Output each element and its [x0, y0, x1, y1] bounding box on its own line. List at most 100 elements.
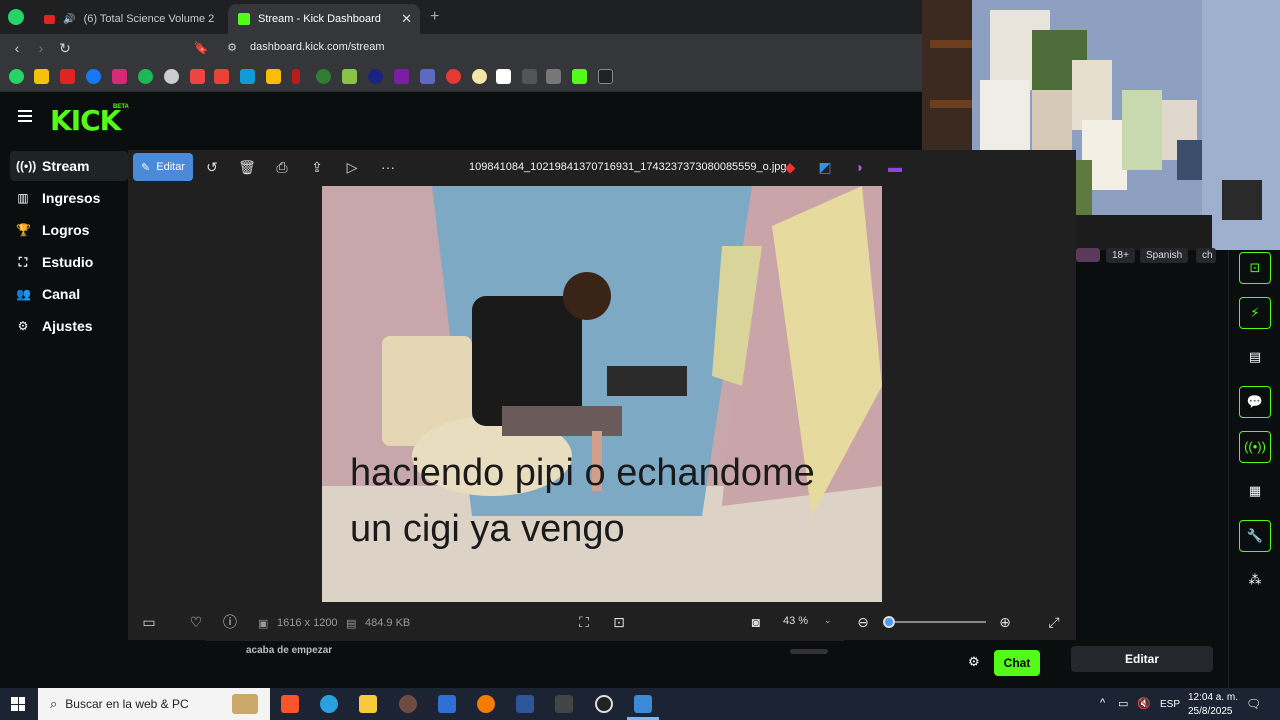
site-info-icon[interactable]: ⚙	[224, 40, 240, 56]
sidebar-item-ingresos[interactable]: ▥ Ingresos	[10, 183, 128, 213]
bookmark-yellow-icon[interactable]	[472, 69, 487, 84]
tag-more[interactable]: ch	[1196, 248, 1216, 263]
rotate-icon[interactable]: ↺	[201, 156, 223, 178]
bookmark-gray-icon[interactable]	[522, 69, 537, 84]
tab-kick-dashboard[interactable]: Stream - Kick Dashboard ✕	[228, 4, 420, 34]
designer-icon[interactable]: ◩	[814, 156, 836, 178]
lightning-icon[interactable]: ⚡	[1239, 297, 1271, 329]
back-icon[interactable]: ‹	[9, 40, 25, 56]
bookmark-google-icon[interactable]	[446, 69, 461, 84]
edit-stream-button[interactable]: Editar	[1071, 646, 1213, 672]
file-explorer-icon[interactable]	[359, 695, 377, 713]
broadcast-signal-icon[interactable]: ((•))	[1239, 431, 1271, 463]
share-icon[interactable]: ⇪	[306, 156, 328, 178]
bookmark-facebook-icon[interactable]	[86, 69, 101, 84]
wrench-icon[interactable]: 🔧	[1239, 520, 1271, 552]
clock-date[interactable]: 25/8/2025	[1188, 706, 1233, 717]
kick-logo[interactable]: KICK	[50, 104, 121, 137]
telegram-icon[interactable]	[320, 695, 338, 713]
bookmark-notes-icon[interactable]	[34, 69, 49, 84]
menu-icon[interactable]	[18, 108, 32, 122]
new-tab-icon[interactable]: +	[430, 8, 439, 26]
print-icon[interactable]: ⎙	[271, 156, 293, 178]
info-icon[interactable]: ⓘ	[219, 611, 241, 633]
tab-music[interactable]: 🔊 (6) Total Science Volume 2 (1996)	[34, 4, 224, 34]
tag-18plus[interactable]: 18+	[1106, 248, 1135, 263]
viewer-edit-button[interactable]: ✎ Editar	[133, 153, 193, 181]
tag-language[interactable]: Spanish	[1140, 248, 1189, 263]
bookmark-ob-icon[interactable]	[546, 69, 561, 84]
zoom-dropdown-icon[interactable]: ⌄	[824, 615, 832, 626]
reload-icon[interactable]: ↻	[57, 40, 73, 56]
layout-icon[interactable]: ▦	[1239, 476, 1271, 508]
clock-time[interactable]: 12:04 a. m.	[1188, 692, 1238, 703]
sidebar-item-canal[interactable]: 👥 Canal	[10, 279, 128, 309]
zoom-level[interactable]: 43 %	[783, 615, 808, 627]
taskbar-search[interactable]: ⌕ Buscar en la web & PC	[38, 688, 270, 720]
bookmark-kick-icon[interactable]	[572, 69, 587, 84]
document-icon[interactable]: ▤	[1239, 342, 1271, 374]
bookmark-gmail-icon[interactable]	[214, 69, 229, 84]
sidebar-item-ajustes[interactable]: ⚙ Ajustes	[10, 311, 128, 341]
forward-icon[interactable]: ›	[33, 40, 49, 56]
bookmark-lime-icon[interactable]	[342, 69, 357, 84]
bookmark-drive-icon[interactable]	[266, 69, 281, 84]
bookmark-instagram-icon[interactable]	[112, 69, 127, 84]
obs-studio-icon[interactable]	[595, 695, 613, 713]
chat-bubble-icon[interactable]: 💬	[1239, 386, 1271, 418]
network-icon[interactable]: ▭	[1118, 697, 1128, 710]
more-icon[interactable]: ···	[377, 156, 399, 178]
bookmark-globe-icon[interactable]	[164, 69, 179, 84]
obs-capture-icon[interactable]: ⊡	[1239, 252, 1271, 284]
sidebar-item-logros[interactable]: 🏆 Logros	[10, 215, 128, 245]
bookmark-s-icon[interactable]	[598, 69, 613, 84]
bookmark-green-icon[interactable]	[316, 69, 331, 84]
share-nodes-icon[interactable]: ⁂	[1239, 565, 1271, 597]
slideshow-icon[interactable]: ▷	[341, 156, 363, 178]
zoom-out-icon[interactable]: ⊖	[852, 611, 874, 633]
bookmark-app-icon[interactable]	[190, 69, 205, 84]
game-icon[interactable]	[399, 695, 417, 713]
bookmark-amazon-icon[interactable]	[496, 69, 511, 84]
fullscreen-icon[interactable]: ⤢	[1043, 611, 1065, 633]
close-tab-icon[interactable]: ✕	[401, 11, 412, 27]
clipchamp-icon[interactable]: ▬	[884, 156, 906, 178]
zoom-in-icon[interactable]: ⊕	[994, 611, 1016, 633]
speaker-icon[interactable]: 🔊	[63, 14, 75, 25]
store-icon[interactable]	[438, 695, 456, 713]
bookmark-outlook-icon[interactable]	[240, 69, 255, 84]
paint-icon[interactable]: ◗	[849, 156, 871, 178]
word-icon[interactable]	[516, 695, 534, 713]
chat-button[interactable]: Chat	[994, 650, 1040, 676]
bookmark-purple-icon[interactable]	[394, 69, 409, 84]
favorite-icon[interactable]: ♡	[185, 611, 207, 633]
photos-icon[interactable]	[634, 695, 652, 713]
zoom-slider[interactable]	[884, 621, 986, 623]
volume-icon[interactable]: 🔇	[1137, 697, 1151, 710]
sidebar-item-stream[interactable]: ((•)) Stream	[10, 151, 128, 181]
copilot-icon[interactable]: ◆	[779, 156, 801, 178]
chat-settings-icon[interactable]: ⚙	[968, 654, 980, 670]
bookmark-spotify-icon[interactable]	[138, 69, 153, 84]
bookmark-whatsapp-icon[interactable]	[9, 69, 24, 84]
brave-icon[interactable]	[281, 695, 299, 713]
bookmark-translate-icon[interactable]	[420, 69, 435, 84]
bookmark-red-icon[interactable]	[292, 69, 300, 84]
url-field[interactable]: dashboard.kick.com/stream	[250, 41, 385, 53]
crop-fit-icon[interactable]: ⛶	[573, 611, 595, 633]
bookmark-youtube-icon[interactable]	[60, 69, 75, 84]
actual-size-icon[interactable]: ◙	[745, 611, 767, 633]
whatsapp-icon[interactable]	[8, 9, 24, 25]
windows-start-icon[interactable]	[11, 697, 25, 711]
scan-icon[interactable]: ⊡	[608, 611, 630, 633]
sidebar-item-estudio[interactable]: ⛶ Estudio	[10, 247, 128, 277]
bookmark-c-icon[interactable]	[368, 69, 383, 84]
obs-icon[interactable]	[555, 695, 573, 713]
tray-expand-icon[interactable]: ^	[1100, 697, 1105, 709]
bookmark-icon[interactable]: 🔖	[193, 40, 209, 56]
language-indicator[interactable]: ESP	[1160, 699, 1180, 710]
delete-icon[interactable]: 🗑	[236, 156, 258, 178]
zoom-slider-thumb[interactable]	[883, 616, 896, 628]
audio-app-icon[interactable]	[477, 695, 495, 713]
filmstrip-icon[interactable]: ▭	[138, 611, 160, 633]
